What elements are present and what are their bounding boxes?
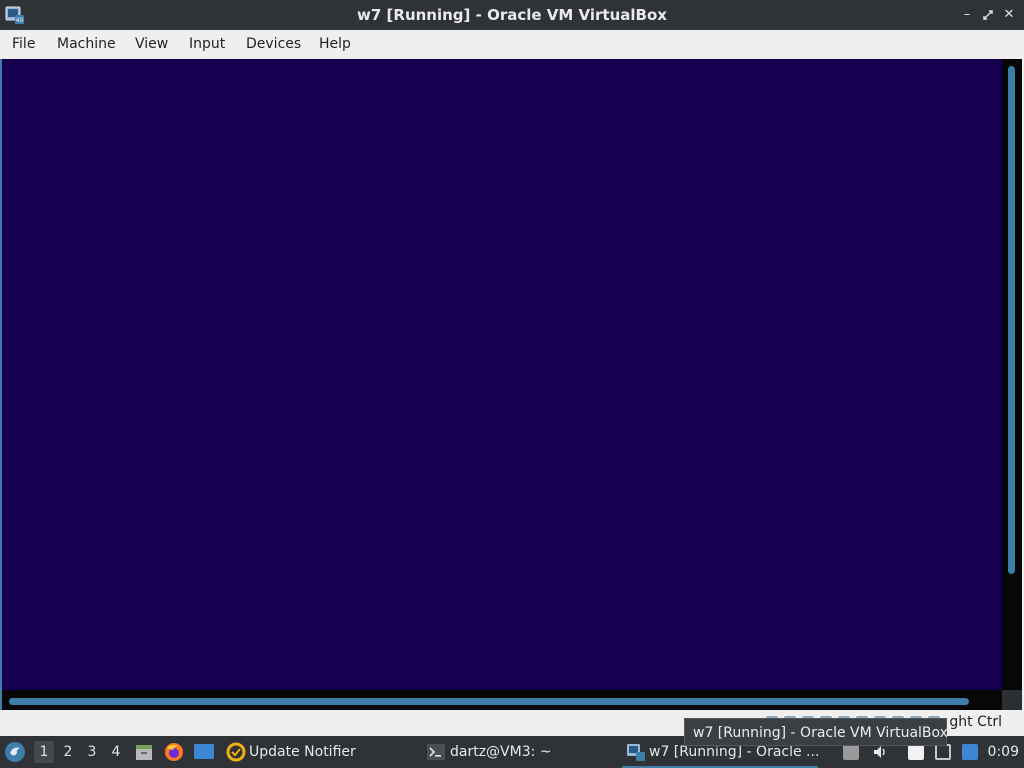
window-title: w7 [Running] - Oracle VM VirtualBox [357,6,667,24]
network-manager-icon[interactable] [962,744,978,760]
restore-button[interactable] [980,6,996,24]
window-titlebar[interactable]: 40 w7 [Running] - Oracle VM VirtualBox –… [0,0,1024,30]
vm-display[interactable] [2,59,1002,690]
menubar: File Machine View Input Devices Help [0,30,1024,59]
menu-devices[interactable]: Devices [242,30,305,59]
vertical-scrollbar-thumb[interactable] [1008,66,1015,574]
desktop-2[interactable]: 2 [58,741,78,763]
task-update-notifier[interactable]: Update Notifier [249,736,409,768]
desktop-4[interactable]: 4 [106,741,126,763]
task-terminal[interactable]: dartz@VM3: ~ [450,736,600,768]
close-button[interactable]: ✕ [1001,6,1017,24]
desktop-3[interactable]: 3 [82,741,102,763]
minimize-button[interactable]: – [959,6,975,24]
terminal-icon [427,744,445,760]
menu-input[interactable]: Input [185,30,229,59]
horizontal-scrollbar-thumb[interactable] [9,698,969,705]
menu-machine[interactable]: Machine [53,30,120,59]
desktop-1[interactable]: 1 [34,741,54,763]
update-notifier-icon [226,742,246,762]
taskbar-tooltip: w7 [Running] - Oracle VM VirtualBox [684,718,948,746]
host-key-label: ght Ctrl [949,714,1002,730]
restore-icon [983,10,993,20]
desktop-icon[interactable] [193,743,215,761]
menu-file[interactable]: File [8,30,39,59]
firefox-icon[interactable] [164,742,184,762]
clock[interactable]: 0:09 [988,736,1019,768]
file-manager-icon[interactable] [134,742,154,762]
menu-view[interactable]: View [131,30,172,59]
start-menu-icon[interactable] [4,741,26,763]
menu-help[interactable]: Help [315,30,355,59]
